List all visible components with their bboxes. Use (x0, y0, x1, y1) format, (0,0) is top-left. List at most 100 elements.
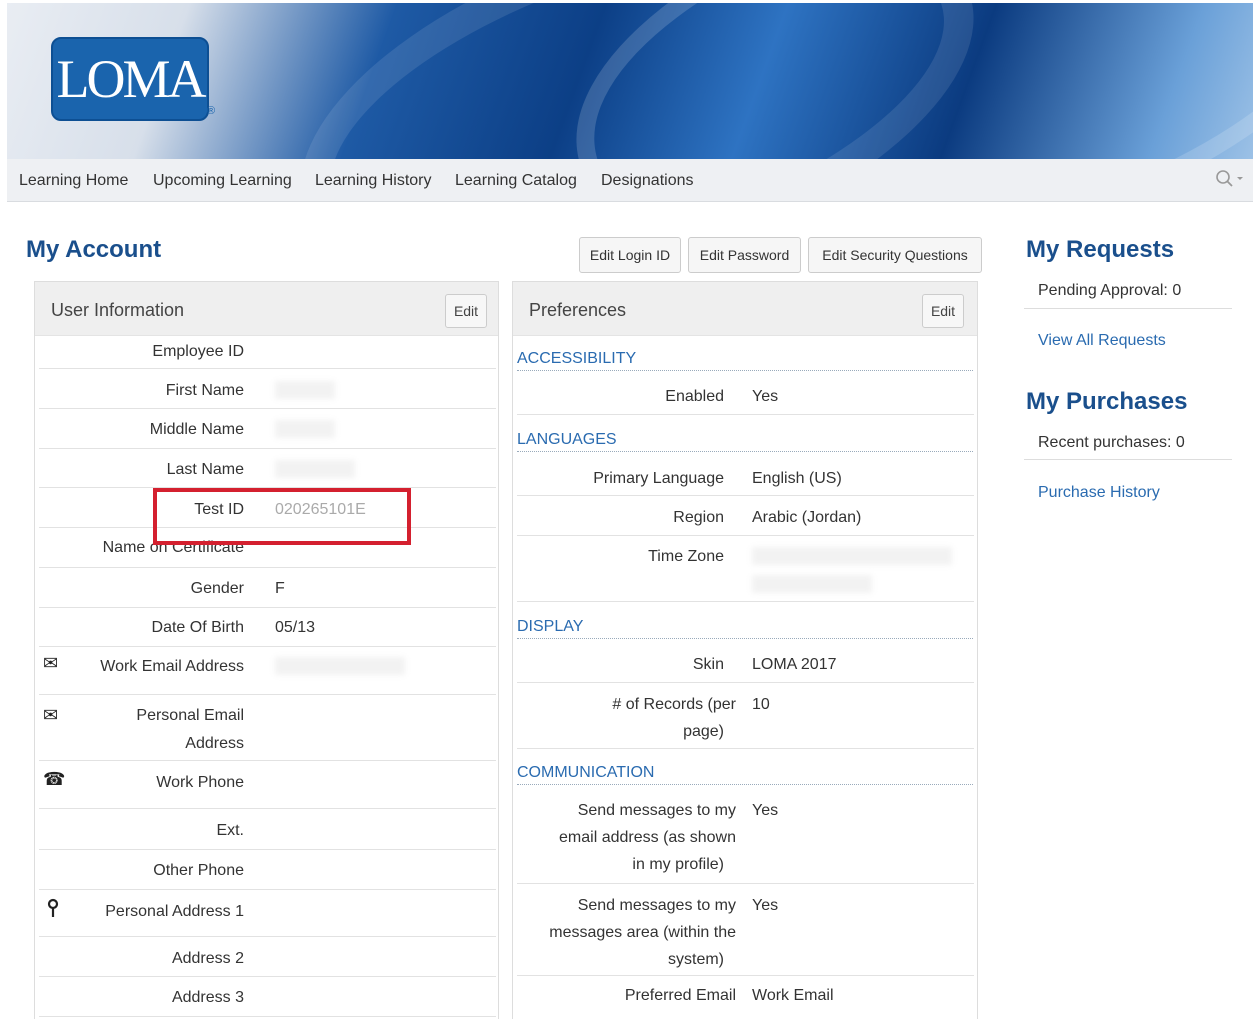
pending-approval-count: Pending Approval: 0 (1038, 282, 1182, 299)
date-of-birth-row: Date Of Birth 05/13 (39, 608, 496, 647)
highlight-box (153, 488, 411, 545)
my-requests-heading: My Requests (1026, 236, 1175, 263)
skin-value: LOMA 2017 (752, 656, 837, 673)
first-name-row: First Name (39, 369, 496, 409)
panel-title: Preferences (529, 300, 627, 320)
records-per-page-value: 10 (752, 696, 770, 713)
preferences-panel: Preferences Edit ACCESSIBILITY Enabled Y… (512, 281, 978, 1019)
address-2-label: Address 2 (171, 950, 244, 967)
work-email-row: ✉ Work Email Address (39, 647, 496, 695)
page-title: My Account (26, 236, 162, 263)
records-per-page-row: # of Records (per page) 10 (517, 683, 974, 749)
address-3-label: Address 3 (171, 989, 244, 1006)
ext-row: Ext. (39, 809, 496, 850)
address-2-row: Address 2 (39, 937, 496, 977)
primary-language-row: Primary Language English (US) (517, 456, 974, 496)
send-to-messages-area-row: Send messages to my messages area (withi… (517, 884, 974, 976)
accessibility-enabled-row: Enabled Yes (517, 375, 974, 415)
panel-header: User Information Edit (35, 282, 498, 336)
edit-security-questions-button[interactable]: Edit Security Questions (808, 237, 982, 273)
time-zone-row: Time Zone (517, 536, 974, 602)
redacted-value (275, 460, 355, 478)
search-icon[interactable] (1215, 169, 1245, 194)
redacted-value (752, 547, 952, 565)
skin-row: Skin LOMA 2017 (517, 643, 974, 683)
personal-address-1-label: Personal Address 1 (105, 903, 244, 920)
send-to-area-label-cont: system) (668, 951, 724, 968)
send-to-email-row: Send messages to my email address (as sh… (517, 789, 974, 884)
send-to-email-label-cont: in my profile) (632, 856, 724, 873)
phone-icon: ☎ (43, 769, 66, 789)
work-email-label: Work Email Address (100, 658, 244, 675)
accessibility-heading: ACCESSIBILITY (517, 350, 973, 371)
personal-email-row: ✉ Personal Email Address (39, 695, 496, 761)
redacted-value (275, 381, 335, 399)
my-purchases-heading: My Purchases (1026, 388, 1188, 415)
gender-row: Gender F (39, 568, 496, 608)
records-per-page-label: # of Records (per (612, 696, 736, 713)
divider (1024, 459, 1232, 460)
gender-value: F (275, 580, 285, 597)
personal-address-1-row: Personal Address 1 (39, 890, 496, 937)
nav-learning-history[interactable]: Learning History (315, 172, 432, 190)
view-all-requests-link[interactable]: View All Requests (1038, 332, 1166, 350)
edit-password-button[interactable]: Edit Password (688, 237, 801, 273)
nav-learning-catalog[interactable]: Learning Catalog (455, 172, 577, 190)
panel-title: User Information (51, 300, 185, 320)
skin-label: Skin (692, 656, 724, 673)
main-nav: Learning Home Upcoming Learning Learning… (7, 159, 1253, 202)
region-value: Arabic (Jordan) (752, 509, 862, 526)
primary-language-value: English (US) (752, 470, 842, 487)
divider (1024, 308, 1232, 309)
first-name-label: First Name (165, 382, 244, 399)
redacted-value (275, 657, 405, 675)
redacted-value (752, 575, 872, 593)
send-to-email-label: Send messages to my (577, 802, 736, 819)
send-to-email-value: Yes (752, 802, 779, 819)
send-to-email-label-cont: email address (as shown (559, 829, 736, 846)
region-row: Region Arabic (Jordan) (517, 496, 974, 536)
employee-id-row: Employee ID (39, 336, 496, 369)
edit-preferences-button[interactable]: Edit (922, 294, 964, 328)
last-name-row: Last Name (39, 449, 496, 488)
loma-logo[interactable]: LOMA (51, 37, 209, 121)
last-name-label: Last Name (166, 461, 244, 478)
time-zone-label: Time Zone (648, 548, 724, 565)
address-3-row: Address 3 (39, 977, 496, 1017)
edit-login-id-button[interactable]: Edit Login ID (579, 237, 681, 273)
preferred-email-row: Preferred Email Work Email (517, 976, 974, 1019)
edit-user-info-button[interactable]: Edit (445, 294, 487, 328)
region-label: Region (673, 509, 724, 526)
display-heading: DISPLAY (517, 618, 973, 639)
user-information-panel: User Information Edit Employee ID First … (34, 281, 499, 1019)
send-to-area-label: Send messages to my (577, 897, 736, 914)
enabled-label: Enabled (665, 388, 724, 405)
personal-email-label-cont: Address (185, 735, 244, 752)
send-to-area-value: Yes (752, 897, 779, 914)
preferred-email-value: Work Email (752, 987, 834, 1004)
other-phone-row: Other Phone (39, 850, 496, 890)
nav-upcoming-learning[interactable]: Upcoming Learning (153, 172, 292, 190)
redacted-value (275, 420, 335, 438)
date-of-birth-value: 05/13 (275, 619, 316, 636)
primary-language-label: Primary Language (593, 470, 724, 487)
languages-heading: LANGUAGES (517, 431, 973, 452)
send-to-area-label-cont: messages area (within the (549, 924, 736, 941)
banner-decoration (535, 3, 1253, 159)
nav-learning-home[interactable]: Learning Home (19, 172, 128, 190)
logo-text: LOMA (56, 49, 207, 109)
work-phone-label: Work Phone (156, 774, 244, 791)
header-banner: LOMA ® (7, 3, 1253, 159)
purchase-history-link[interactable]: Purchase History (1038, 484, 1160, 502)
middle-name-label: Middle Name (149, 421, 244, 438)
envelope-icon: ✉ (43, 653, 59, 673)
work-phone-row: ☎ Work Phone (39, 761, 496, 809)
ext-label: Ext. (216, 822, 244, 839)
panel-header: Preferences Edit (513, 282, 977, 336)
date-of-birth-label: Date Of Birth (151, 619, 244, 636)
other-phone-label: Other Phone (153, 862, 244, 879)
communication-heading: COMMUNICATION (517, 764, 973, 785)
middle-name-row: Middle Name (39, 409, 496, 449)
nav-designations[interactable]: Designations (601, 172, 694, 190)
map-pin-icon (47, 898, 59, 923)
